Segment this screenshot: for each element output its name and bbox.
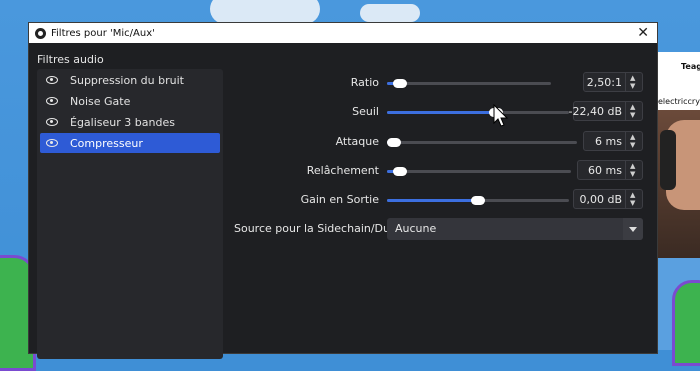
spinbox-value: -22,40 dB xyxy=(568,105,623,118)
slider-thumb[interactable] xyxy=(393,167,407,176)
attack-slider[interactable] xyxy=(387,138,577,147)
eye-icon[interactable] xyxy=(46,139,58,147)
chevron-up-icon[interactable]: ▲ xyxy=(630,74,635,82)
cloud-decoration xyxy=(360,4,420,22)
filters-window: Filtres pour 'Mic/Aux' ✕ Filtres audio S… xyxy=(28,22,658,359)
ratio-spinbox[interactable]: 2,50:1 ▲ ▼ xyxy=(583,72,643,92)
property-row-release: Relâchement 60 ms ▲ ▼ xyxy=(229,160,649,182)
slider-thumb[interactable] xyxy=(471,196,485,205)
slider-thumb[interactable] xyxy=(387,138,401,147)
background-text: electriccryst xyxy=(658,97,700,106)
filter-item-label: Noise Gate xyxy=(70,94,131,108)
property-label: Ratio xyxy=(350,76,379,89)
slider-thumb[interactable] xyxy=(393,79,407,88)
sidechain-selected-value: Aucune xyxy=(395,222,437,235)
chevron-up-icon[interactable]: ▲ xyxy=(630,133,635,141)
chevron-down-icon[interactable]: ▼ xyxy=(630,141,635,149)
eye-icon[interactable] xyxy=(46,118,58,126)
hill-decoration xyxy=(672,280,700,366)
slider-fill xyxy=(387,199,478,202)
cloud-decoration xyxy=(210,0,320,24)
property-label: Seuil xyxy=(352,105,379,118)
chevron-up-icon[interactable]: ▲ xyxy=(630,191,635,199)
attack-spinbox[interactable]: 6 ms ▲ ▼ xyxy=(583,131,643,151)
filter-item-label: Égaliseur 3 bandes xyxy=(70,115,175,129)
output-gain-spinbox[interactable]: 0,00 dB ▲ ▼ xyxy=(573,189,643,209)
webcam-feed xyxy=(658,110,700,260)
filter-item-compressor[interactable]: Compresseur xyxy=(40,133,220,153)
spinbox-value: 0,00 dB xyxy=(579,193,622,206)
property-row-attack: Attaque 6 ms ▲ ▼ xyxy=(229,131,649,153)
filters-section-label: Filtres audio xyxy=(37,53,104,66)
threshold-spinbox[interactable]: -22,40 dB ▲ ▼ xyxy=(569,101,643,121)
filter-item-equalizer[interactable]: Égaliseur 3 bandes xyxy=(40,112,220,132)
window-title: Filtres pour 'Mic/Aux' xyxy=(51,27,155,39)
sidechain-select[interactable]: Aucune xyxy=(387,218,643,240)
property-row-output-gain: Gain en Sortie 0,00 dB ▲ ▼ xyxy=(229,189,649,211)
spinbox-value: 2,50:1 xyxy=(586,76,622,89)
slider-fill xyxy=(387,111,496,114)
spinbox-arrows[interactable]: ▲ ▼ xyxy=(625,73,642,91)
chevron-up-icon[interactable]: ▲ xyxy=(630,103,635,111)
eye-icon[interactable] xyxy=(46,76,58,84)
spinbox-arrows[interactable]: ▲ ▼ xyxy=(625,102,642,120)
chevron-up-icon[interactable]: ▲ xyxy=(630,162,635,170)
ratio-slider[interactable] xyxy=(387,79,551,88)
audio-filter-list: Suppression du bruit Noise Gate Égaliseu… xyxy=(37,69,223,359)
background-text: Teag xyxy=(681,62,700,71)
property-label: Relâchement xyxy=(306,164,379,177)
title-bar[interactable]: Filtres pour 'Mic/Aux' ✕ xyxy=(29,23,657,43)
spinbox-value: 60 ms xyxy=(588,164,622,177)
obs-logo-icon xyxy=(35,27,46,39)
threshold-slider[interactable] xyxy=(387,108,569,117)
chevron-down-icon[interactable] xyxy=(623,218,643,240)
spinbox-arrows[interactable]: ▲ ▼ xyxy=(625,161,642,179)
chevron-down-icon[interactable]: ▼ xyxy=(630,111,635,119)
property-row-ratio: Ratio 2,50:1 ▲ ▼ xyxy=(229,72,649,94)
filter-item-noise-gate[interactable]: Noise Gate xyxy=(40,91,220,111)
property-row-threshold: Seuil -22,40 dB ▲ ▼ xyxy=(229,101,649,123)
filter-item-label: Suppression du bruit xyxy=(70,73,184,87)
output-gain-slider[interactable] xyxy=(387,196,569,205)
property-label: Attaque xyxy=(335,135,379,148)
chevron-down-icon[interactable]: ▼ xyxy=(630,199,635,207)
release-spinbox[interactable]: 60 ms ▲ ▼ xyxy=(577,160,643,180)
mouse-cursor-icon xyxy=(493,104,509,127)
filter-item-label: Compresseur xyxy=(70,136,143,150)
eye-icon[interactable] xyxy=(46,97,58,105)
chevron-down-icon[interactable]: ▼ xyxy=(630,170,635,178)
spinbox-arrows[interactable]: ▲ ▼ xyxy=(625,190,642,208)
spinbox-value: 6 ms xyxy=(595,135,622,148)
filter-item-noise-suppression[interactable]: Suppression du bruit xyxy=(40,70,220,90)
chevron-down-icon[interactable]: ▼ xyxy=(630,82,635,90)
close-button[interactable]: ✕ xyxy=(637,25,649,41)
release-slider[interactable] xyxy=(387,167,571,176)
spinbox-arrows[interactable]: ▲ ▼ xyxy=(625,132,642,150)
property-label: Gain en Sortie xyxy=(300,193,379,206)
headphones xyxy=(660,130,676,190)
